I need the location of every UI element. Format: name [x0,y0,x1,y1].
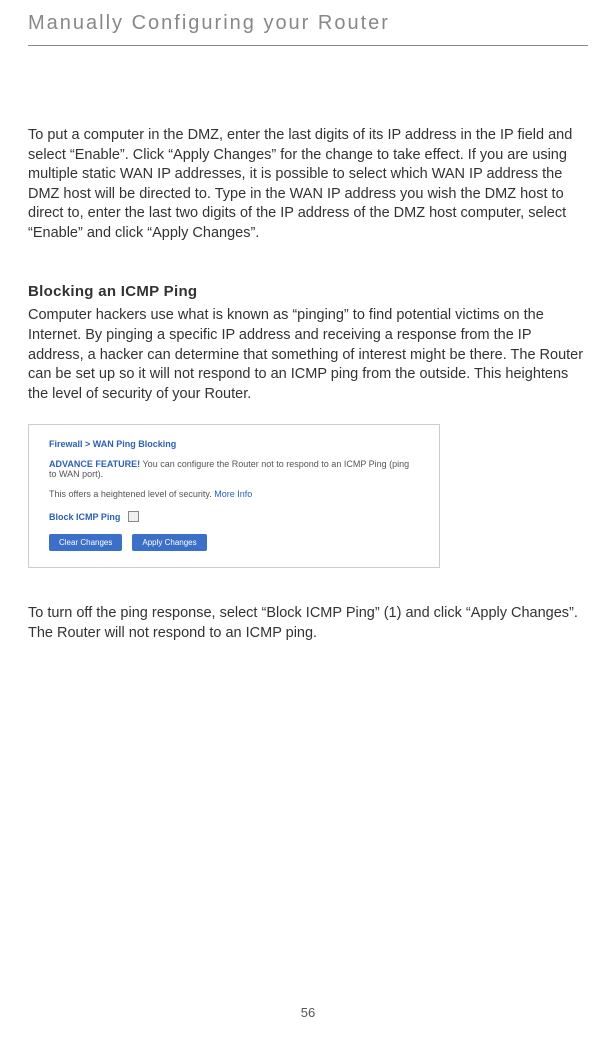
icmp-description-paragraph: Computer hackers use what is known as “p… [28,306,588,404]
dmz-paragraph: To put a computer in the DMZ, enter the … [28,126,588,243]
security-note-text: This offers a heightened level of securi… [49,489,214,499]
page-header: Manually Configuring your Router [28,0,588,46]
turn-off-ping-paragraph: To turn off the ping response, select “B… [28,604,588,643]
block-icmp-checkbox[interactable] [128,511,139,522]
router-ui-screenshot: Firewall > WAN Ping Blocking ADVANCE FEA… [28,424,440,568]
more-info-link[interactable]: More Info [214,489,252,499]
block-icmp-row: Block ICMP Ping [49,511,419,522]
clear-changes-button[interactable]: Clear Changes [49,534,122,551]
block-icmp-label: Block ICMP Ping [49,512,120,522]
breadcrumb: Firewall > WAN Ping Blocking [49,439,419,449]
page-content: To put a computer in the DMZ, enter the … [28,46,588,643]
button-row: Clear Changes Apply Changes [49,534,419,551]
advance-feature-line: ADVANCE FEATURE! You can configure the R… [49,459,419,479]
apply-changes-button[interactable]: Apply Changes [132,534,206,551]
section-heading-blocking-icmp: Blocking an ICMP Ping [28,283,588,300]
advance-feature-label: ADVANCE FEATURE! [49,459,140,469]
security-note-line: This offers a heightened level of securi… [49,489,419,499]
page-number: 56 [0,1005,616,1020]
page-title: Manually Configuring your Router [28,12,588,35]
